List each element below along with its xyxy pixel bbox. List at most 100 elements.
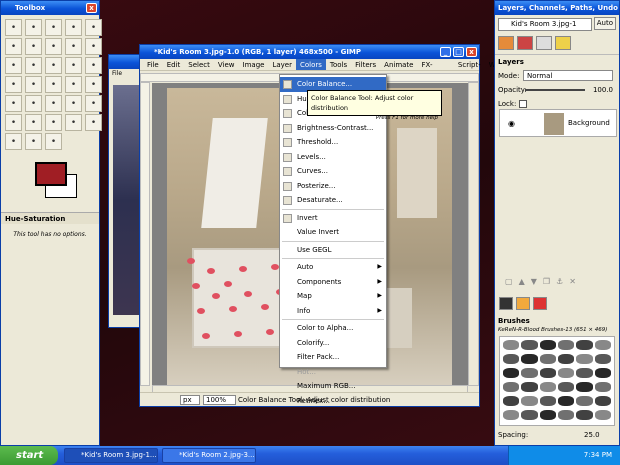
menu-edit[interactable]: Edit: [163, 59, 185, 70]
menu-view[interactable]: View: [214, 59, 239, 70]
zoom-select[interactable]: 100%: [203, 395, 236, 405]
foreground-color-swatch[interactable]: [35, 162, 67, 186]
menu-item-invert[interactable]: Invert: [280, 211, 386, 226]
brush-thumbnail[interactable]: [521, 368, 538, 378]
menu-select[interactable]: Select: [184, 59, 214, 70]
brush-thumbnail[interactable]: [594, 382, 611, 392]
brush-thumbnail[interactable]: [521, 382, 538, 392]
brush-thumbnail[interactable]: [576, 396, 593, 406]
convolve-icon[interactable]: •: [5, 133, 22, 150]
menu-item-color-to-alpha[interactable]: Color to Alpha...: [280, 321, 386, 336]
menu-item-value-invert[interactable]: Value Invert: [280, 225, 386, 240]
image-select[interactable]: Kid's Room 3.jpg-1: [498, 18, 592, 31]
brush-thumbnail[interactable]: [539, 340, 556, 350]
tab-channels[interactable]: [517, 36, 533, 50]
clone-icon[interactable]: •: [45, 114, 62, 131]
menu-item-map[interactable]: Map ▶: [280, 289, 386, 304]
tab-patterns[interactable]: [516, 297, 530, 310]
auto-button[interactable]: Auto: [593, 17, 616, 30]
shear-icon[interactable]: •: [25, 76, 42, 93]
brush-thumbnail[interactable]: [576, 354, 593, 364]
start-button[interactable]: start: [0, 446, 58, 465]
brush-thumbnail[interactable]: [503, 354, 520, 364]
menu-item-maximum-rgb[interactable]: Maximum RGB...: [280, 379, 386, 394]
spacing-value[interactable]: 25.0: [584, 431, 600, 439]
brush-thumbnail[interactable]: [521, 340, 538, 350]
brush-thumbnail[interactable]: [503, 340, 520, 350]
perspective-icon[interactable]: •: [45, 76, 62, 93]
pencil-icon[interactable]: •: [45, 95, 62, 112]
brush-thumbnail[interactable]: [576, 368, 593, 378]
task-kids-room-2[interactable]: *Kid's Room 2.jpg-3....: [162, 448, 256, 463]
brush-thumbnail[interactable]: [558, 382, 575, 392]
brush-thumbnail[interactable]: [503, 368, 520, 378]
menu-item-retinex[interactable]: Retinex...: [280, 394, 386, 409]
menu-item-posterize[interactable]: Posterize...: [280, 179, 386, 194]
ink-icon[interactable]: •: [25, 114, 42, 131]
task-kids-room-3[interactable]: *Kid's Room 3.jpg-1....: [64, 448, 158, 463]
select-by-color-icon[interactable]: •: [85, 19, 102, 36]
menu-image[interactable]: Image: [239, 59, 269, 70]
toolbox-close-button[interactable]: x: [86, 3, 97, 13]
lower-layer-icon[interactable]: ▼: [531, 277, 537, 289]
rotate-icon[interactable]: •: [85, 57, 102, 74]
perspective-clone-icon[interactable]: •: [85, 114, 102, 131]
menu-item-info[interactable]: Info ▶: [280, 304, 386, 319]
visibility-eye-icon[interactable]: ◉: [508, 119, 515, 128]
brush-thumbnail[interactable]: [558, 354, 575, 364]
opacity-slider[interactable]: [525, 89, 585, 91]
crop-icon[interactable]: •: [65, 57, 82, 74]
mode-select[interactable]: Normal: [523, 70, 613, 81]
toolbox-titlebar[interactable]: Toolbox x: [1, 1, 99, 15]
brush-thumbnail[interactable]: [576, 340, 593, 350]
brush-thumbnail[interactable]: [539, 382, 556, 392]
brush-thumbnail[interactable]: [594, 368, 611, 378]
paths-icon[interactable]: •: [45, 38, 62, 55]
lock-alpha-checkbox[interactable]: [519, 100, 527, 108]
tab-brushes[interactable]: [499, 297, 513, 310]
blend-icon[interactable]: •: [25, 95, 42, 112]
menu-item-threshold[interactable]: Threshold...: [280, 135, 386, 150]
new-layer-icon[interactable]: ▢: [505, 277, 513, 289]
brush-thumbnail[interactable]: [521, 396, 538, 406]
dodge-burn-icon[interactable]: •: [45, 133, 62, 150]
brush-thumbnail[interactable]: [594, 396, 611, 406]
brush-thumbnail[interactable]: [576, 410, 593, 420]
brush-thumbnail[interactable]: [558, 340, 575, 350]
ellipse-select-icon[interactable]: •: [25, 19, 42, 36]
brush-thumbnail[interactable]: [539, 410, 556, 420]
measure-icon[interactable]: •: [5, 57, 22, 74]
layer-row-background[interactable]: ◉ Background: [499, 109, 617, 137]
airbrush-icon[interactable]: •: [5, 114, 22, 131]
align-icon[interactable]: •: [45, 57, 62, 74]
menu-item-colorify[interactable]: Colorify...: [280, 336, 386, 351]
close-button[interactable]: x: [466, 47, 477, 57]
menu-item-filter-pack[interactable]: Filter Pack...: [280, 350, 386, 365]
maximize-button[interactable]: □: [453, 47, 464, 57]
brush-thumbnail[interactable]: [503, 410, 520, 420]
menu-item-hot[interactable]: Hot...: [280, 365, 386, 380]
brush-grid[interactable]: [499, 336, 615, 426]
scale-icon[interactable]: •: [5, 76, 22, 93]
brush-thumbnail[interactable]: [594, 340, 611, 350]
menu-file[interactable]: File: [143, 59, 163, 70]
menu-script-fu[interactable]: Script-Fu: [454, 59, 485, 81]
heal-icon[interactable]: •: [65, 114, 82, 131]
menu-item-levels[interactable]: Levels...: [280, 150, 386, 165]
eraser-icon[interactable]: •: [85, 95, 102, 112]
foreground-select-icon[interactable]: •: [25, 38, 42, 55]
brush-thumbnail[interactable]: [539, 396, 556, 406]
bucket-fill-icon[interactable]: •: [5, 95, 22, 112]
scissors-icon[interactable]: •: [5, 38, 22, 55]
menu-tools[interactable]: Tools: [326, 59, 351, 70]
menu-item-auto[interactable]: Auto ▶: [280, 260, 386, 275]
menu-filters[interactable]: Filters: [351, 59, 380, 70]
color-picker-icon[interactable]: •: [65, 38, 82, 55]
paintbrush-icon[interactable]: •: [65, 95, 82, 112]
duplicate-layer-icon[interactable]: ❐: [543, 277, 550, 289]
brush-thumbnail[interactable]: [521, 354, 538, 364]
vertical-scrollbar[interactable]: [468, 82, 479, 386]
menu-item-curves[interactable]: Curves...: [280, 164, 386, 179]
tab-undo[interactable]: [555, 36, 571, 50]
menu-layer[interactable]: Layer: [268, 59, 296, 70]
